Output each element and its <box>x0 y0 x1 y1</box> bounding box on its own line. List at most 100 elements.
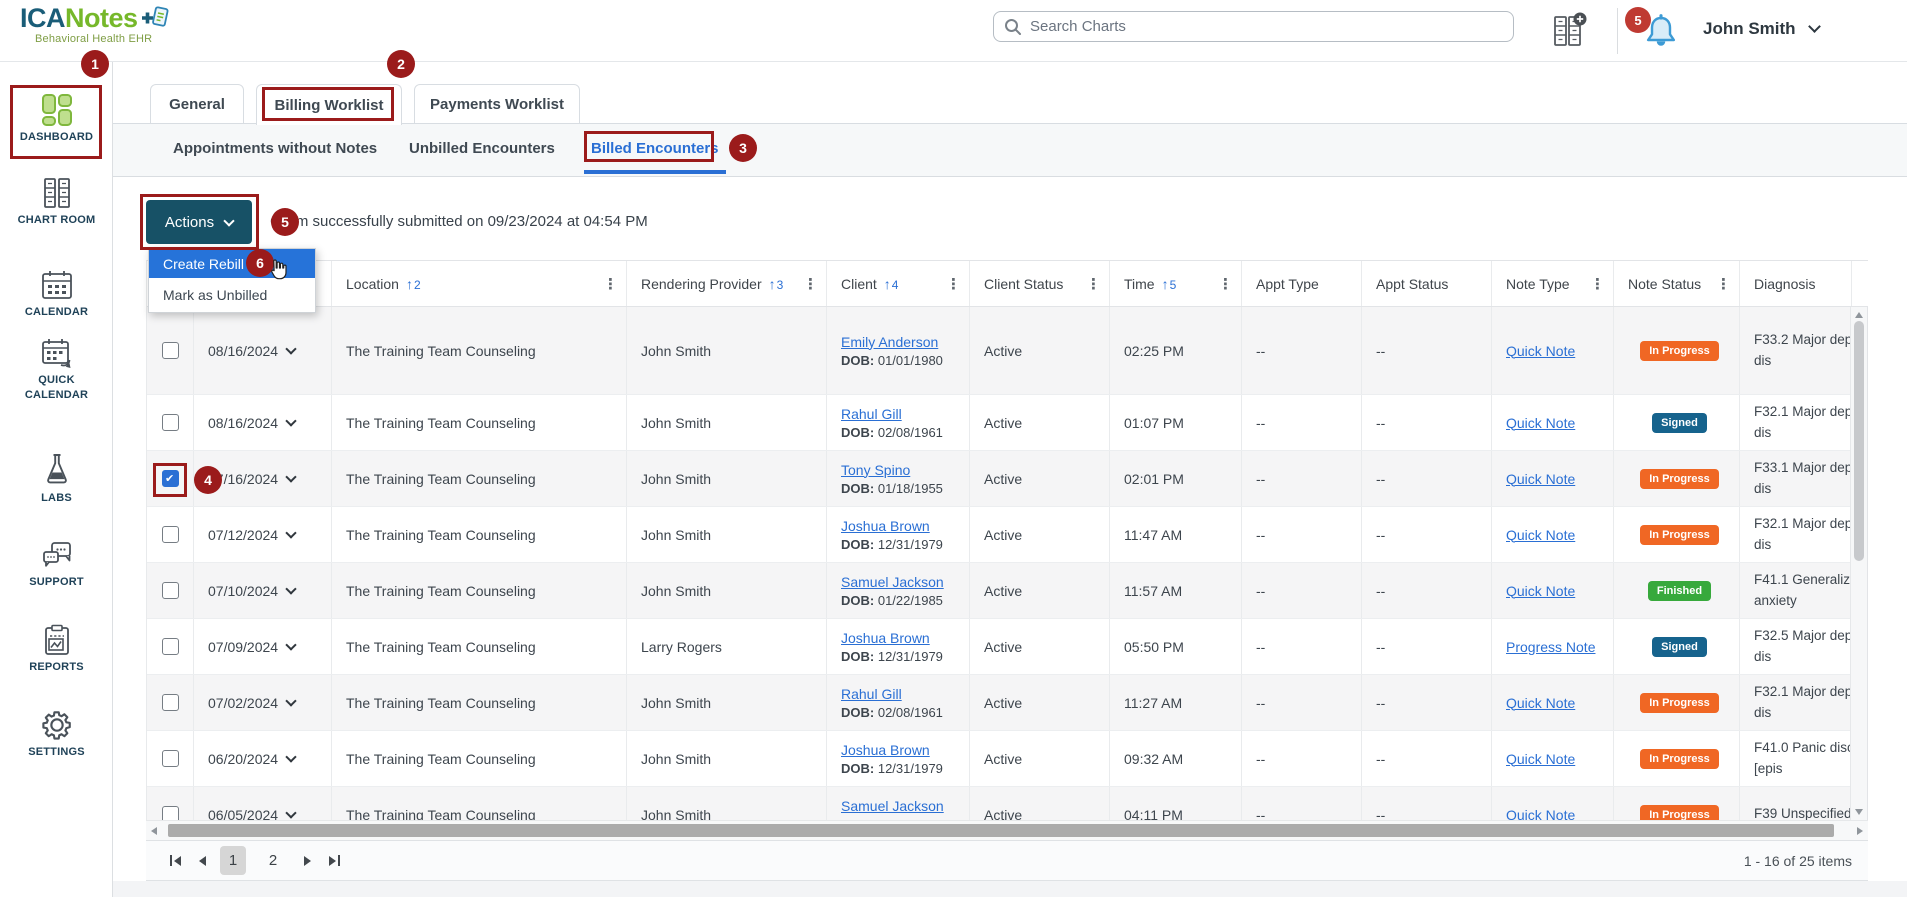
column-menu-icon[interactable]: ⋮ <box>940 275 961 293</box>
note-type-link[interactable]: Progress Note <box>1506 639 1595 655</box>
client-link[interactable]: Joshua Brown <box>841 518 930 534</box>
note-type-link[interactable]: Quick Note <box>1506 343 1575 359</box>
client-link[interactable]: Rahul Gill <box>841 686 902 702</box>
tab-general[interactable]: General <box>150 84 244 124</box>
note-type-link[interactable]: Quick Note <box>1506 583 1575 599</box>
column-header-client[interactable]: Client ↑4 ⋮ <box>826 261 969 306</box>
row-client: Rahul Gill DOB: 02/08/1961 <box>826 675 969 730</box>
row-checkbox[interactable] <box>162 638 179 655</box>
note-status-badge: Signed <box>1652 413 1707 433</box>
client-link[interactable]: Samuel Jackson <box>841 798 944 814</box>
row-expand-chevron-icon[interactable] <box>285 695 296 706</box>
scroll-down-arrow-icon[interactable] <box>1855 809 1863 815</box>
row-client-status: Active <box>969 563 1109 618</box>
row-diagnosis: F41.0 Panic disord[epis <box>1739 731 1851 786</box>
row-expand-chevron-icon[interactable] <box>285 415 296 426</box>
subtab-appointments-without-notes[interactable]: Appointments without Notes <box>173 124 377 173</box>
column-menu-icon[interactable]: ⋮ <box>797 275 818 293</box>
vertical-scrollbar-thumb[interactable] <box>1854 321 1864 561</box>
column-header-diagnosis[interactable]: Diagnosis <box>1739 261 1851 306</box>
row-checkbox[interactable] <box>162 526 179 543</box>
tab-payments-worklist[interactable]: Payments Worklist <box>414 84 580 124</box>
row-expand-chevron-icon[interactable] <box>285 807 296 818</box>
column-header-client-status[interactable]: Client Status ⋮ <box>969 261 1109 306</box>
search-box[interactable] <box>993 11 1514 42</box>
sidebar-item-chart-room[interactable]: CHART ROOM <box>0 176 113 228</box>
top-bar: ICANotes Behavioral Health EHR <box>0 0 1907 62</box>
note-type-link[interactable]: Quick Note <box>1506 751 1575 767</box>
page-last-button[interactable] <box>329 855 340 866</box>
sidebar-item-support[interactable]: SUPPORT <box>0 538 113 590</box>
sidebar-item-settings[interactable]: SETTINGS <box>0 708 113 760</box>
row-date: 07/10/2024 <box>208 583 278 599</box>
column-header-appt-type[interactable]: Appt Type <box>1241 261 1361 306</box>
column-menu-icon[interactable]: ⋮ <box>1212 275 1233 293</box>
row-checkbox[interactable] <box>162 750 179 767</box>
horizontal-scrollbar-thumb[interactable] <box>168 824 1834 837</box>
client-link[interactable]: Joshua Brown <box>841 742 930 758</box>
client-link[interactable]: Joshua Brown <box>841 630 930 646</box>
row-client: Samuel Jackson DOB: 01/22/1985 <box>826 563 969 618</box>
row-checkbox[interactable] <box>162 582 179 599</box>
horizontal-scrollbar[interactable] <box>146 820 1868 840</box>
sidebar-item-reports[interactable]: REPORTS <box>0 623 113 675</box>
scroll-up-arrow-icon[interactable] <box>1855 312 1863 318</box>
column-menu-icon[interactable]: ⋮ <box>1710 275 1731 293</box>
notification-badge[interactable]: 5 <box>1625 7 1651 33</box>
sidebar-item-calendar[interactable]: CALENDAR <box>0 268 113 320</box>
page-next-button[interactable] <box>304 856 311 866</box>
row-expand-chevron-icon[interactable] <box>285 471 296 482</box>
column-header-location[interactable]: Location ↑2 ⋮ <box>331 261 626 306</box>
menu-item-mark-as-unbilled[interactable]: Mark as Unbilled <box>149 278 315 312</box>
row-checkbox[interactable] <box>162 694 179 711</box>
note-type-link[interactable]: Quick Note <box>1506 695 1575 711</box>
page-first-button[interactable] <box>170 855 181 866</box>
column-header-time[interactable]: Time ↑5 ⋮ <box>1109 261 1241 306</box>
column-header-appt-status[interactable]: Appt Status <box>1361 261 1491 306</box>
sidebar-item-dashboard[interactable]: DASHBOARD <box>0 93 113 145</box>
page-number-1[interactable]: 1 <box>220 846 246 875</box>
page-prev-button[interactable] <box>199 856 206 866</box>
column-menu-icon[interactable]: ⋮ <box>1080 275 1101 293</box>
sidebar-item-quick-calendar[interactable]: QUICK CALENDAR <box>0 336 113 403</box>
column-label: Diagnosis <box>1754 276 1815 292</box>
column-header-note-type[interactable]: Note Type ⋮ <box>1491 261 1613 306</box>
row-expand-chevron-icon[interactable] <box>285 639 296 650</box>
tab-billing-worklist[interactable]: Billing Worklist <box>256 84 402 125</box>
new-chart-icon[interactable] <box>1548 11 1588 51</box>
sidebar-item-labs[interactable]: LABS <box>0 452 113 506</box>
client-link[interactable]: Rahul Gill <box>841 406 902 422</box>
subtab-billed-encounters[interactable]: Billed Encounters <box>591 124 719 173</box>
row-expand-chevron-icon[interactable] <box>285 583 296 594</box>
user-menu[interactable]: John Smith <box>1703 19 1819 39</box>
app-logo[interactable]: ICANotes Behavioral Health EHR <box>20 4 170 45</box>
column-header-rendering-provider[interactable]: Rendering Provider ↑3 ⋮ <box>626 261 826 306</box>
row-expand-chevron-icon[interactable] <box>285 751 296 762</box>
client-link[interactable]: Samuel Jackson <box>841 574 944 590</box>
row-expand-chevron-icon[interactable] <box>285 527 296 538</box>
vertical-scrollbar[interactable] <box>1850 307 1868 820</box>
subtab-unbilled-encounters[interactable]: Unbilled Encounters <box>409 124 555 173</box>
note-type-link[interactable]: Quick Note <box>1506 527 1575 543</box>
column-menu-icon[interactable]: ⋮ <box>597 275 618 293</box>
row-expand-chevron-icon[interactable] <box>285 343 296 354</box>
search-input[interactable] <box>1030 18 1503 35</box>
client-link[interactable]: Tony Spino <box>841 462 910 478</box>
row-checkbox[interactable] <box>162 470 179 487</box>
page-number-2[interactable]: 2 <box>260 846 286 875</box>
row-checkbox[interactable] <box>162 414 179 431</box>
scroll-left-arrow-icon[interactable] <box>151 827 157 835</box>
scroll-right-arrow-icon[interactable] <box>1857 827 1863 835</box>
client-link[interactable]: Emily Anderson <box>841 334 938 350</box>
note-type-link[interactable]: Quick Note <box>1506 415 1575 431</box>
menu-item-create-rebill[interactable]: Create Rebill <box>149 249 315 278</box>
note-type-link[interactable]: Quick Note <box>1506 807 1575 821</box>
note-type-link[interactable]: Quick Note <box>1506 471 1575 487</box>
row-date: 07/02/2024 <box>208 695 278 711</box>
row-checkbox[interactable] <box>162 342 179 359</box>
column-menu-icon[interactable]: ⋮ <box>1584 275 1605 293</box>
table-row: 07/10/2024 The Training Team Counseling … <box>147 563 1851 619</box>
row-checkbox[interactable] <box>162 806 179 820</box>
actions-button[interactable]: Actions <box>146 200 252 244</box>
column-header-note-status[interactable]: Note Status ⋮ <box>1613 261 1739 306</box>
